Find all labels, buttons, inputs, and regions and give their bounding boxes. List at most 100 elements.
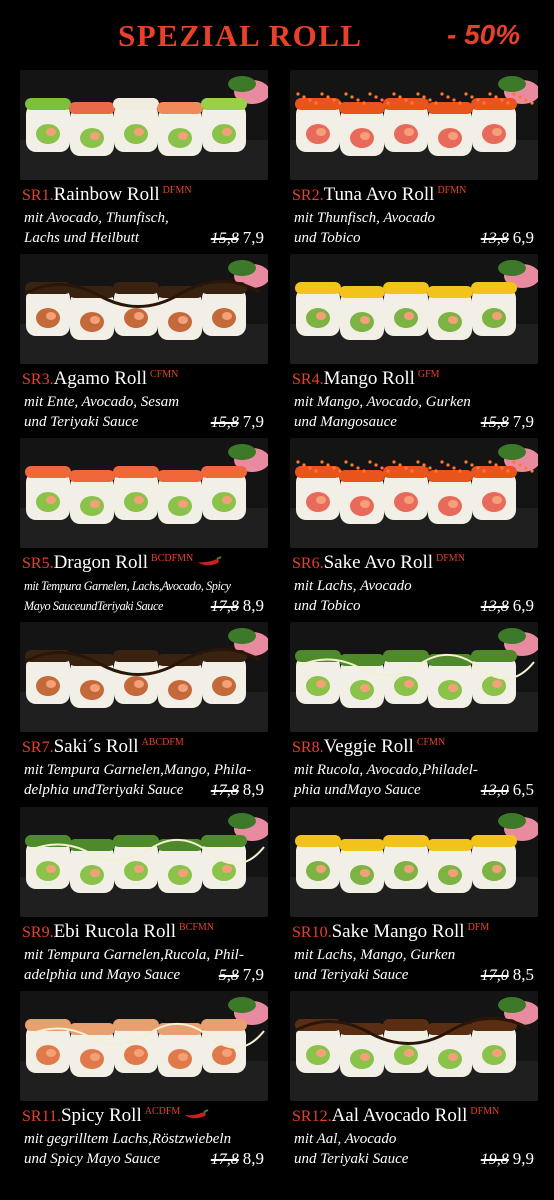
new-price: 8,9 [242, 780, 264, 799]
roll-description-line-1: mit Aal, Avocado [294, 1131, 397, 1147]
roll-photo [290, 991, 538, 1101]
roll-code: SR7. [22, 739, 54, 756]
old-price: 17,8 [210, 782, 239, 799]
roll-title-line: SR3.Agamo Roll CFMN [22, 368, 268, 392]
roll-name: Agamo Roll [53, 368, 147, 389]
roll-code: SR8. [292, 739, 324, 756]
roll-card: SR10.Sake Mango Roll DFM mit Lachs, Mango,… [290, 807, 538, 987]
roll-description-line-1: mit Lachs, Avocado [294, 578, 412, 594]
roll-code: SR10. [292, 924, 332, 941]
roll-name: Veggie Roll [323, 736, 414, 757]
roll-prices: 17,8 8,9 [211, 780, 264, 800]
menu-header: SPEZIAL ROLL - 50% [0, 0, 554, 62]
roll-card: SR9.Ebi Rucola Roll BCFMN mit Tempura Garn… [20, 807, 268, 987]
page-title: SPEZIAL ROLL [118, 18, 363, 53]
allergen-codes: DFMN [162, 185, 192, 196]
old-price: 15,8 [480, 414, 509, 431]
roll-code: SR6. [292, 555, 324, 572]
new-price: 7,9 [242, 412, 264, 431]
old-price: 15,8 [210, 414, 239, 431]
old-price: 19,8 [480, 1151, 509, 1168]
roll-card: SR2.Tuna Avo Roll DFMN mit Thunfisch, Avoc… [290, 70, 538, 250]
roll-prices: 13,0 6,5 [481, 780, 534, 800]
allergen-codes: BCDFMN [151, 553, 194, 564]
allergen-codes: CFMN [416, 737, 446, 748]
roll-prices: 5,8 7,9 [219, 965, 264, 985]
allergen-codes: DFM [467, 922, 490, 933]
roll-title-line: SR2.Tuna Avo Roll DFMN [292, 184, 538, 208]
roll-prices: 15,8 7,9 [211, 412, 264, 432]
old-price: 5,8 [218, 967, 239, 984]
roll-photo [290, 438, 538, 548]
old-price: 13,8 [480, 598, 509, 615]
roll-description-line-1: mit Mango, Avocado, Gurken [294, 394, 471, 410]
allergen-codes: ABCDFM [141, 737, 184, 748]
roll-name: Rainbow Roll [53, 184, 160, 205]
roll-card: SR6.Sake Avo Roll DFMN mit Lachs, Avocado u… [290, 438, 538, 618]
roll-card: SR7.Saki´s Roll ABCDFM mit Tempura Garnele… [20, 622, 268, 802]
roll-card: SR4.Mango Roll GFM mit Mango, Avocado, Gur… [290, 254, 538, 434]
roll-prices: 17,0 8,5 [481, 965, 534, 985]
roll-code: SR5. [22, 555, 54, 572]
roll-title-line: SR11.Spicy Roll ACDFM [22, 1105, 268, 1129]
roll-description-line-1: mit Ente, Avocado, Sesam [24, 394, 180, 410]
roll-name: Sake Mango Roll [331, 921, 465, 942]
new-price: 7,9 [512, 412, 534, 431]
roll-photo [290, 70, 538, 180]
roll-name: Saki´s Roll [53, 736, 139, 757]
new-price: 7,9 [242, 965, 264, 984]
roll-title-line: SR5.Dragon Roll BCDFMN [22, 552, 268, 576]
roll-prices: 15,8 7,9 [211, 228, 264, 248]
roll-name: Tuna Avo Roll [323, 184, 435, 205]
roll-name: Spicy Roll [60, 1105, 142, 1126]
roll-name: Sake Avo Roll [323, 552, 434, 573]
roll-title-line: SR7.Saki´s Roll ABCDFM [22, 736, 268, 760]
roll-card: SR3.Agamo Roll CFMN mit Ente, Avocado, Ses… [20, 254, 268, 434]
new-price: 8,9 [242, 1149, 264, 1168]
allergen-codes: CFMN [150, 369, 179, 380]
old-price: 17,8 [210, 598, 239, 615]
roll-title-line: SR9.Ebi Rucola Roll BCFMN [22, 921, 268, 945]
roll-prices: 17,8 8,9 [211, 596, 264, 616]
old-price: 13,0 [480, 782, 509, 799]
roll-code: SR4. [292, 371, 324, 388]
roll-photo [20, 254, 268, 364]
roll-photo [290, 254, 538, 364]
roll-description-line-1: mit Tempura Garnelen,Rucola, Phil- [24, 947, 244, 963]
roll-code: SR11. [22, 1108, 61, 1125]
old-price: 17,8 [210, 1151, 239, 1168]
roll-card: SR5.Dragon Roll BCDFMN mit Tempura Garnele… [20, 438, 268, 618]
roll-name: Aal Avocado Roll [331, 1105, 468, 1126]
new-price: 8,9 [242, 596, 264, 615]
chili-pepper-icon [196, 553, 222, 572]
new-price: 8,5 [512, 965, 534, 984]
roll-prices: 19,8 9,9 [481, 1149, 534, 1169]
allergen-codes: GFM [417, 369, 440, 380]
roll-description-line-1: mit Tempura Garnelen, Lachs,Avocado, Spi… [24, 579, 231, 593]
roll-photo [290, 622, 538, 732]
old-price: 15,8 [210, 230, 239, 247]
roll-prices: 13,8 6,9 [481, 228, 534, 248]
allergen-codes: DFMN [470, 1106, 500, 1117]
allergen-codes: BCFMN [179, 922, 215, 933]
new-price: 6,9 [512, 596, 534, 615]
roll-card: SR11.Spicy Roll ACDFM mit gegrilltem Lachs… [20, 991, 268, 1171]
roll-card: SR1.Rainbow Roll DFMN mit Avocado, Thunfis… [20, 70, 268, 250]
roll-title-line: SR10.Sake Mango Roll DFM [292, 921, 538, 945]
roll-description-line-1: mit Lachs, Mango, Gurken [294, 947, 456, 963]
roll-prices: 13,8 6,9 [481, 596, 534, 616]
roll-code: SR3. [22, 371, 54, 388]
roll-code: SR9. [22, 924, 54, 941]
discount-label: - 50% [447, 19, 521, 50]
roll-photo [20, 807, 268, 917]
roll-photo [20, 438, 268, 548]
roll-description-line-1: mit gegrilltem Lachs,Röstzwiebeln [24, 1131, 232, 1147]
roll-description-line-1: mit Avocado, Thunfisch, [24, 210, 169, 226]
roll-name: Dragon Roll [53, 552, 149, 573]
roll-description-line-1: mit Tempura Garnelen,Mango, Phila- [24, 762, 252, 778]
chili-pepper-icon [183, 1106, 209, 1125]
allergen-codes: ACDFM [144, 1106, 181, 1117]
allergen-codes: DFMN [436, 553, 465, 564]
roll-title-line: SR1.Rainbow Roll DFMN [22, 184, 268, 208]
roll-title-line: SR6.Sake Avo Roll DFMN [292, 552, 538, 576]
